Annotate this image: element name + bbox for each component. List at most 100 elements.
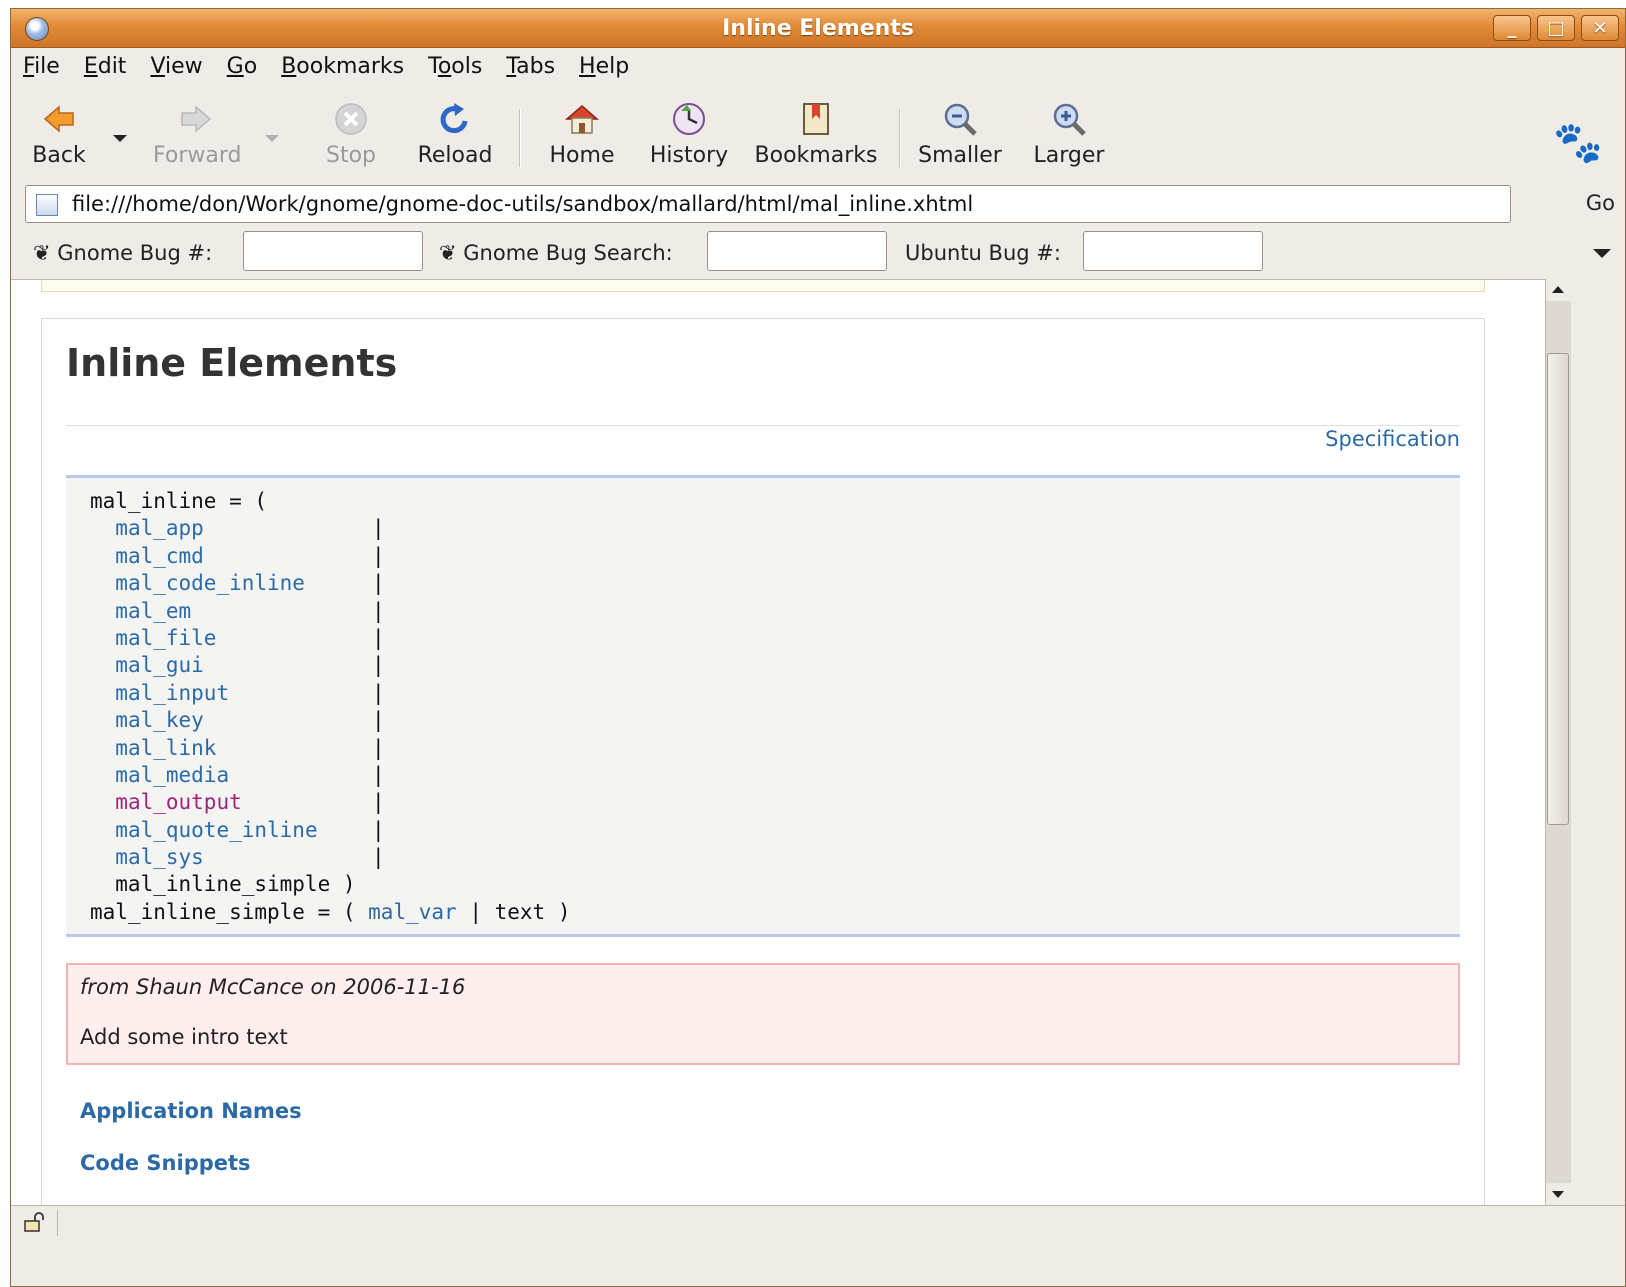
- gnome-foot-icon: ❦: [439, 241, 464, 265]
- choice-separator: |: [372, 571, 385, 596]
- menu-file[interactable]: File: [23, 54, 60, 79]
- synopsis-block: mal_inline = ( mal_app | mal_cmd | mal_cod…: [66, 475, 1460, 937]
- header-strip: [41, 280, 1485, 292]
- reload-icon: [440, 103, 468, 134]
- scrollbar-thumb[interactable]: [1547, 353, 1569, 825]
- link-mal-app[interactable]: mal_app: [115, 516, 204, 540]
- link-mal-link[interactable]: mal_link: [115, 736, 216, 760]
- history-button[interactable]: History: [649, 101, 729, 168]
- synopsis-item: mal_gui |: [90, 652, 1460, 679]
- synopsis-item: mal_output |: [90, 789, 1460, 816]
- link-mal-cmd[interactable]: mal_cmd: [115, 544, 204, 568]
- unlocked-padlock-icon[interactable]: [23, 1212, 45, 1232]
- link-mal-key[interactable]: mal_key: [115, 708, 204, 732]
- synopsis-item: mal_key |: [90, 707, 1460, 734]
- minimize-button[interactable]: _: [1493, 15, 1531, 41]
- link-mal-em[interactable]: mal_em: [115, 599, 191, 623]
- gnome-foot-icon: ❦: [33, 241, 58, 265]
- link-mal-file[interactable]: mal_file: [115, 626, 216, 650]
- scroll-down-arrow-icon[interactable]: [1546, 1183, 1571, 1205]
- synopsis-open: mal_inline = (: [90, 489, 268, 513]
- synopsis-item: mal_quote_inline |: [90, 817, 1460, 844]
- gnome-bug-label: ❦ Gnome Bug #:: [33, 241, 213, 265]
- toolbar-overflow-chevron-icon[interactable]: [1593, 249, 1611, 258]
- synopsis-item: mal_link |: [90, 735, 1460, 762]
- back-button[interactable]: Back: [31, 101, 87, 168]
- location-bar: file:///home/don/Work/gnome/gnome-doc-ut…: [11, 181, 1625, 227]
- navigation-toolbar: Back Forward Stop Reload Home History Bo: [11, 91, 1625, 181]
- menu-bookmarks[interactable]: Bookmarks: [281, 54, 404, 79]
- synopsis-item: mal_cmd |: [90, 543, 1460, 570]
- link-mal-input[interactable]: mal_input: [115, 681, 229, 705]
- close-icon: ✕: [1592, 17, 1608, 39]
- forward-button[interactable]: Forward: [153, 101, 241, 168]
- synopsis-item: mal_file |: [90, 625, 1460, 652]
- home-button[interactable]: Home: [547, 101, 617, 168]
- choice-separator: |: [372, 680, 385, 705]
- stop-button[interactable]: Stop: [323, 101, 379, 168]
- gnome-bug-search-input[interactable]: [707, 231, 887, 271]
- choice-separator: |: [372, 543, 385, 568]
- menu-tabs[interactable]: Tabs: [506, 54, 555, 79]
- menu-view[interactable]: View: [150, 54, 202, 79]
- maximize-button[interactable]: □: [1537, 15, 1575, 41]
- topic-link-application-names[interactable]: Application Names: [80, 1097, 302, 1149]
- menu-go[interactable]: Go: [227, 54, 258, 79]
- specification-link[interactable]: Specification: [1325, 427, 1460, 451]
- link-mal-quote-inline[interactable]: mal_quote_inline: [115, 818, 317, 842]
- minimize-icon: _: [1507, 17, 1517, 39]
- scroll-up-arrow-icon[interactable]: [1546, 279, 1571, 301]
- choice-separator: |: [372, 598, 385, 623]
- choice-separator: |: [372, 735, 385, 760]
- bookmarks-button[interactable]: Bookmarks: [753, 101, 879, 168]
- zoom-in-button[interactable]: Larger: [1031, 101, 1107, 168]
- choice-separator: |: [372, 845, 385, 870]
- title-divider: [66, 425, 1460, 426]
- stop-icon: [335, 103, 367, 135]
- bug-toolbar: ❦ Gnome Bug #: ❦ Gnome Bug Search: Ubunt…: [11, 227, 1625, 279]
- ubuntu-bug-number-input[interactable]: [1083, 231, 1263, 271]
- url-field[interactable]: file:///home/don/Work/gnome/gnome-doc-ut…: [25, 185, 1511, 223]
- page-title: Inline Elements: [66, 341, 398, 385]
- synopsis-item: mal_input |: [90, 680, 1460, 707]
- choice-separator: |: [372, 653, 385, 678]
- close-button[interactable]: ✕: [1581, 15, 1619, 41]
- zoom-in-icon: [1053, 103, 1086, 136]
- zoom-out-button[interactable]: Smaller: [917, 101, 1003, 168]
- vertical-scrollbar[interactable]: [1545, 279, 1571, 1205]
- page-viewport[interactable]: Inline Elements Specification mal_inline…: [11, 279, 1545, 1206]
- synopsis-simple: mal_inline_simple = ( mal_var | text ): [90, 899, 571, 924]
- link-mal-media[interactable]: mal_media: [115, 763, 229, 787]
- menu-edit[interactable]: Edit: [84, 54, 127, 79]
- link-mal-var[interactable]: mal_var: [368, 900, 457, 924]
- window-title: Inline Elements: [722, 16, 914, 41]
- link-mal-output[interactable]: mal_output: [115, 790, 241, 814]
- choice-separator: |: [372, 708, 385, 733]
- link-mal-sys[interactable]: mal_sys: [115, 845, 204, 869]
- topic-links: Application NamesCode SnippetsCommands: [80, 1097, 302, 1206]
- gnome-foot-icon: 🐾: [1553, 120, 1603, 166]
- link-mal-gui[interactable]: mal_gui: [115, 653, 204, 677]
- url-text: file:///home/don/Work/gnome/gnome-doc-ut…: [72, 192, 974, 216]
- status-bar: [11, 1205, 1625, 1242]
- choice-separator: |: [372, 790, 385, 815]
- topic-link-code-snippets[interactable]: Code Snippets: [80, 1149, 302, 1201]
- gnome-bug-number-input[interactable]: [243, 231, 423, 271]
- choice-separator: |: [372, 762, 385, 787]
- menu-help[interactable]: Help: [579, 54, 629, 79]
- title-bar[interactable]: Inline Elements _ □ ✕: [11, 9, 1625, 48]
- go-button[interactable]: Go: [1586, 191, 1615, 215]
- synopsis-item: mal_app |: [90, 515, 1460, 542]
- synopsis-last: mal_inline_simple ): [90, 872, 356, 897]
- back-history-dropdown[interactable]: [113, 135, 127, 142]
- reload-button[interactable]: Reload: [417, 101, 493, 168]
- link-mal-code-inline[interactable]: mal_code_inline: [115, 571, 305, 595]
- status-separator: [57, 1210, 58, 1236]
- maximize-icon: □: [1547, 17, 1565, 39]
- forward-history-dropdown[interactable]: [265, 135, 279, 142]
- zoom-out-icon: [944, 103, 977, 136]
- menu-tools[interactable]: Tools: [428, 54, 482, 79]
- choice-separator: |: [372, 817, 385, 842]
- page-favicon-icon: [36, 194, 58, 216]
- menu-bar: File Edit View Go Bookmarks Tools Tabs Help: [11, 47, 1625, 85]
